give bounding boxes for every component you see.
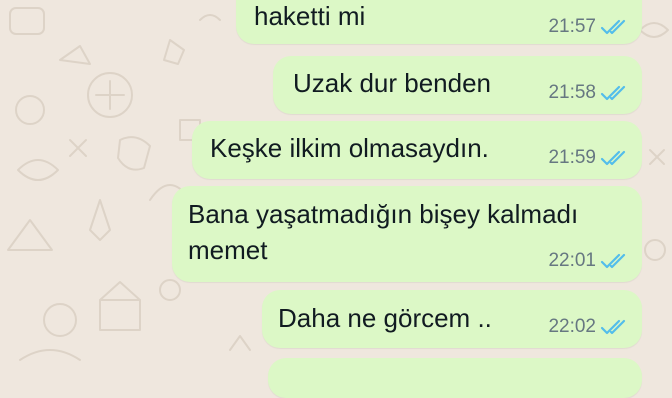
message-time: 22:01 (548, 250, 596, 271)
double-check-read-icon (600, 253, 626, 269)
message-bubble[interactable]: Uzak dur benden 21:58 (273, 56, 642, 114)
message-time: 21:59 (548, 147, 596, 168)
message-meta: 21:58 (548, 82, 628, 104)
message-time: 21:57 (548, 16, 596, 37)
double-check-read-icon (600, 19, 626, 35)
message-text: haketti mi (254, 1, 366, 31)
message-bubble[interactable]: Keşke ilkim olmasaydın. 21:59 (192, 121, 642, 179)
message-text: Keşke ilkim olmasaydın. (210, 133, 489, 163)
message-meta: 22:02 (548, 316, 628, 338)
message-meta: 22:01 (548, 250, 628, 272)
message-bubble-partial[interactable] (268, 358, 642, 398)
message-text: Daha ne görcem .. (278, 303, 492, 333)
message-text: Uzak dur benden (293, 68, 492, 98)
double-check-read-icon (600, 85, 626, 101)
message-text-line-2: memet (188, 235, 268, 265)
message-bubble[interactable]: Daha ne görcem .. 22:02 (262, 290, 642, 348)
message-text-line-1: Bana yaşatmadığın bişey kalmadı (188, 199, 579, 229)
message-bubble[interactable]: haketti mi 21:57 (236, 0, 642, 44)
message-meta: 21:59 (548, 147, 628, 169)
message-time: 21:58 (548, 82, 596, 103)
message-bubble[interactable]: Bana yaşatmadığın bişey kalmadı memet 22… (172, 186, 642, 282)
double-check-read-icon (600, 150, 626, 166)
double-check-read-icon (600, 319, 626, 335)
message-meta: 21:57 (548, 16, 628, 38)
message-time: 22:02 (548, 316, 596, 337)
